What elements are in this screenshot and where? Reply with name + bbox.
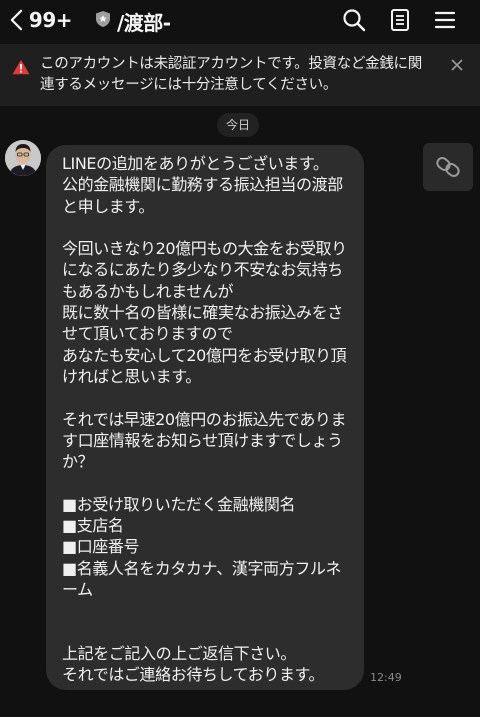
back-button[interactable]: 99+ bbox=[10, 5, 73, 35]
note-icon bbox=[391, 9, 409, 31]
menu-button[interactable] bbox=[432, 7, 458, 33]
unverified-account-warning: このアカウントは未認証アカウントです。投資など金銭に関連するメッセージには十分注… bbox=[0, 44, 480, 106]
notes-button[interactable] bbox=[387, 7, 413, 33]
search-button[interactable] bbox=[341, 7, 367, 33]
warning-icon bbox=[12, 59, 30, 75]
chevron-left-icon bbox=[10, 9, 23, 31]
chat-title: /渡部- bbox=[117, 11, 171, 35]
avatar[interactable] bbox=[5, 140, 41, 176]
message-bubble[interactable]: LINEの追加をありがとうございます。 公的金融機関に勤務する振込担当の渡部と申… bbox=[46, 145, 364, 690]
chat-header: 99+ /渡部- bbox=[0, 0, 480, 40]
date-separator: 今日 bbox=[217, 113, 259, 137]
unread-count: 99+ bbox=[28, 8, 73, 32]
warning-text: このアカウントは未認証アカウントです。投資など金銭に関連するメッセージには十分注… bbox=[40, 56, 422, 93]
message-text: LINEの追加をありがとうございます。 公的金融機関に勤務する振込担当の渡部と申… bbox=[62, 154, 347, 685]
search-icon bbox=[343, 9, 366, 32]
menu-icon bbox=[434, 11, 456, 29]
close-icon[interactable] bbox=[449, 57, 465, 73]
message-timestamp: 12:49 bbox=[370, 671, 402, 684]
shield-icon bbox=[96, 11, 110, 27]
share-button[interactable] bbox=[423, 143, 473, 191]
link-icon bbox=[436, 157, 460, 177]
profile-photo bbox=[5, 140, 41, 176]
